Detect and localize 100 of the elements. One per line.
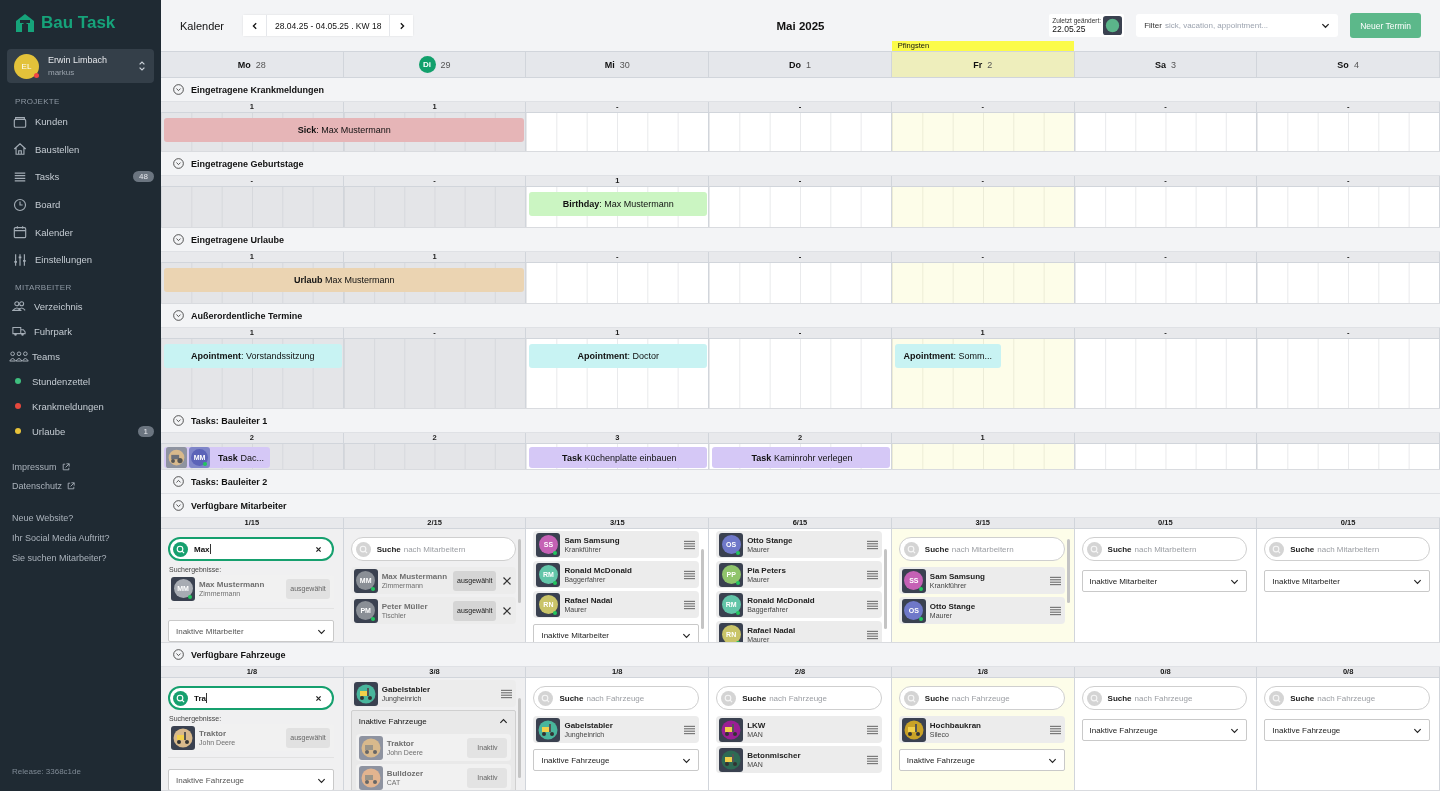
day-number: 1 xyxy=(806,59,811,70)
search-field[interactable]: Suche nach Fahrzeuge xyxy=(898,686,1065,710)
nav-link[interactable]: Fuhrpark xyxy=(7,318,154,344)
previous-week-button[interactable] xyxy=(243,15,267,36)
calendar-event[interactable]: Urlaub Max Mustermann xyxy=(164,268,525,292)
user-name: Erwin Limbach xyxy=(48,55,109,65)
calendar-event[interactable]: Sick: Max Mustermann xyxy=(164,118,525,142)
nav-link[interactable]: Board xyxy=(7,190,154,219)
weekday-name: Fr xyxy=(973,59,983,70)
search-field[interactable]: Suche nach Mitarbeitern xyxy=(1264,537,1430,561)
user-switcher[interactable]: EL Erwin Limbach markus xyxy=(7,49,154,83)
nav-link[interactable]: Einstellungen xyxy=(7,245,154,274)
promo-link[interactable]: Ihr Social Media Auftritt? xyxy=(12,532,154,543)
drag-handle-icon[interactable] xyxy=(684,599,696,610)
drag-handle-icon[interactable] xyxy=(866,754,878,765)
chevron-right-icon xyxy=(397,21,406,30)
people-icon xyxy=(12,299,26,314)
search-icon xyxy=(173,541,188,557)
search-icon xyxy=(173,690,188,706)
external-link[interactable]: Datenschutz xyxy=(12,480,154,491)
drag-handle-icon[interactable] xyxy=(684,724,696,735)
vehicle-icon xyxy=(171,725,195,750)
card-title: Peter Müller xyxy=(381,602,429,611)
scrollbar[interactable] xyxy=(518,539,522,603)
scrollbar[interactable] xyxy=(1066,539,1070,603)
card-title: Sam Samsung xyxy=(564,536,621,545)
filter-dropdown[interactable]: Filter sick, vacation, appointment... xyxy=(1136,14,1339,37)
drag-handle-icon[interactable] xyxy=(501,688,513,699)
drag-handle-icon[interactable] xyxy=(684,569,696,580)
day-number: 2 xyxy=(987,59,993,70)
search-field[interactable]: Suche nach Fahrzeuge xyxy=(533,686,700,710)
card-title: Gabelstabler xyxy=(564,721,614,730)
nav-link[interactable]: Urlaube 1 xyxy=(7,418,154,444)
remove-icon[interactable] xyxy=(502,575,513,586)
drag-handle-icon[interactable] xyxy=(866,599,878,610)
search-field[interactable]: Max xyxy=(168,537,334,561)
drag-handle-icon[interactable] xyxy=(866,629,878,640)
search-field[interactable]: Suche nach Mitarbeitern xyxy=(1081,537,1248,561)
updown-icon xyxy=(138,60,146,72)
search-field[interactable]: Suche nach Fahrzeuge xyxy=(1081,686,1248,710)
calendar-event[interactable]: Apointment: Doctor xyxy=(529,344,708,368)
nav-link[interactable]: Krankmeldungen xyxy=(7,393,154,419)
day-number: 30 xyxy=(619,59,630,70)
clear-icon[interactable] xyxy=(314,545,322,553)
month-title: Mai 2025 xyxy=(776,19,825,32)
promo-link[interactable]: Sie suchen Mitarbeiter? xyxy=(12,552,154,563)
nav-link[interactable]: Tasks 48 xyxy=(7,163,154,191)
promo-link[interactable]: Neue Website? xyxy=(12,512,154,523)
vehicle-icon xyxy=(536,717,561,742)
search-icon xyxy=(355,541,371,557)
drag-handle-icon[interactable] xyxy=(866,569,878,580)
drag-handle-icon[interactable] xyxy=(1049,724,1061,735)
external-link-icon xyxy=(67,481,76,490)
nav-link[interactable]: Verzeichnis xyxy=(7,293,154,319)
drag-handle-icon[interactable] xyxy=(684,539,696,550)
calendar-event[interactable]: Apointment: Vorstandssitzung xyxy=(164,344,342,368)
count-badge: 48 xyxy=(133,171,154,183)
nav-link[interactable]: Baustellen xyxy=(7,135,154,164)
nav-link[interactable]: Teams xyxy=(7,343,154,369)
card-title: Pia Peters xyxy=(747,566,787,575)
page-title: Kalender xyxy=(180,19,225,32)
count-badge: 1 xyxy=(137,425,154,437)
release-version: Release: 3368c1de xyxy=(11,767,82,776)
section-toggle[interactable]: Tasks: Bauleiter 2 xyxy=(161,470,1440,494)
scrollbar[interactable] xyxy=(883,549,887,629)
card-title: Gabelstabler xyxy=(381,685,432,694)
card-title: Bulldozer xyxy=(386,769,425,778)
calendar-event[interactable]: Apointment: Somm... xyxy=(894,344,1001,368)
user-login: markus xyxy=(48,68,76,77)
vehicle-icon xyxy=(358,735,383,760)
card-title: Traktor xyxy=(386,739,415,748)
clear-icon[interactable] xyxy=(314,694,322,702)
drag-handle-icon[interactable] xyxy=(1049,575,1061,586)
calendar-event[interactable]: Birthday: Max Mustermann xyxy=(529,192,708,216)
nav-link[interactable]: Kalender xyxy=(7,218,154,246)
drag-handle-icon[interactable] xyxy=(866,539,878,550)
drag-handle-icon[interactable] xyxy=(1049,605,1061,616)
search-field[interactable]: Suche nach Fahrzeuge xyxy=(1264,686,1430,710)
search-field[interactable]: Suche nach Mitarbeitern xyxy=(898,537,1065,561)
search-field[interactable]: Suche nach Mitarbeitern xyxy=(350,537,517,561)
external-link[interactable]: Impressum xyxy=(12,461,154,472)
nav-link[interactable]: Kunden xyxy=(7,108,154,136)
next-week-button[interactable] xyxy=(390,15,414,36)
calendar-event[interactable]: Task Küchenplatte einbauen xyxy=(529,447,708,468)
search-icon xyxy=(903,690,919,706)
calendar-event[interactable]: Task Kaminrohr verlegen xyxy=(712,447,890,468)
nav-link[interactable]: Stundenzettel xyxy=(7,368,154,394)
remove-icon[interactable] xyxy=(502,605,513,616)
drag-handle-icon[interactable] xyxy=(866,724,878,735)
search-field[interactable]: Tra xyxy=(168,686,334,710)
search-field[interactable]: Suche nach Fahrzeuge xyxy=(716,686,882,710)
group-title: MITARBEITER xyxy=(14,282,73,292)
vehicle-icon xyxy=(353,681,378,706)
weekday-name: So xyxy=(1337,59,1349,70)
scrollbar[interactable] xyxy=(701,549,705,629)
scrollbar[interactable] xyxy=(518,698,522,778)
card-title: Hochbaukran xyxy=(929,721,982,730)
chevron-left-icon xyxy=(250,21,259,30)
weekday-name: Sa xyxy=(1154,59,1166,70)
card-title: Traktor xyxy=(199,729,228,738)
